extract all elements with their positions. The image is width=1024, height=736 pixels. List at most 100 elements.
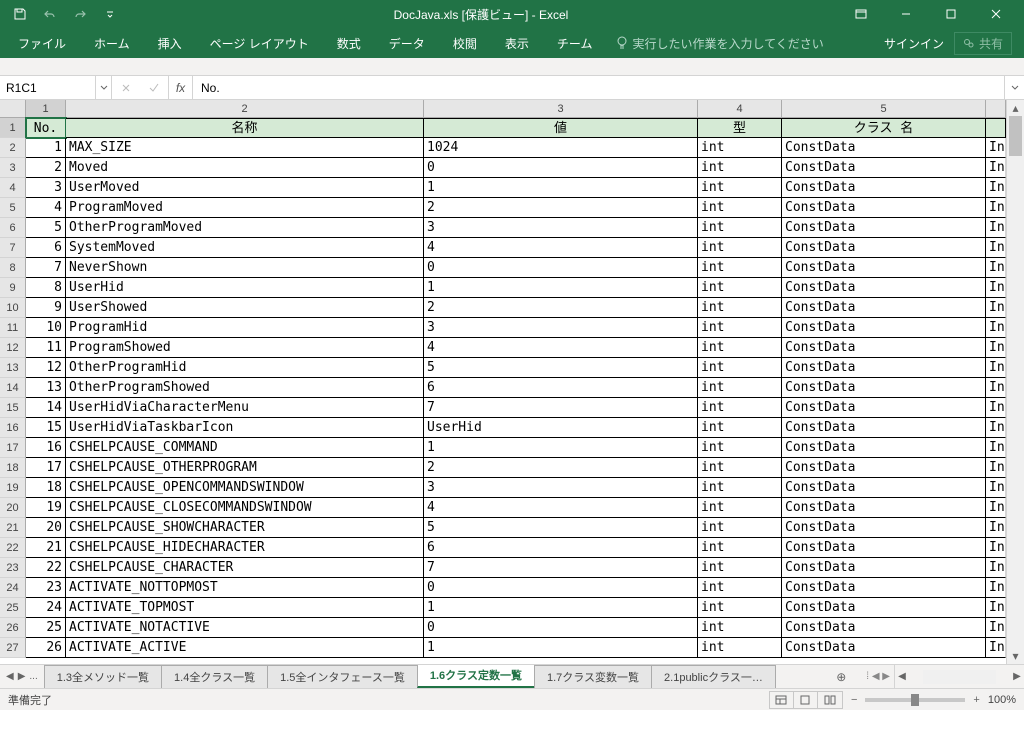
- row-header[interactable]: 19: [0, 478, 26, 498]
- cell-class[interactable]: ConstData: [782, 538, 986, 558]
- cell-type[interactable]: int: [698, 158, 782, 178]
- cell-value[interactable]: 4: [424, 338, 698, 358]
- cell-value[interactable]: 6: [424, 538, 698, 558]
- cell-no[interactable]: 15: [26, 418, 66, 438]
- nav-prev-icon[interactable]: ◀: [6, 671, 14, 682]
- cell-name[interactable]: ACTIVATE_NOTTOPMOST: [66, 578, 424, 598]
- cell-no[interactable]: 22: [26, 558, 66, 578]
- zoom-slider[interactable]: [865, 698, 965, 702]
- cell-type[interactable]: int: [698, 178, 782, 198]
- cell-no[interactable]: 6: [26, 238, 66, 258]
- cell-no[interactable]: 19: [26, 498, 66, 518]
- cell-value[interactable]: 3: [424, 478, 698, 498]
- cell-type[interactable]: int: [698, 598, 782, 618]
- cell-name[interactable]: UserShowed: [66, 298, 424, 318]
- formula-bar-expand[interactable]: [1004, 76, 1024, 99]
- col-header-1[interactable]: 1: [26, 100, 66, 117]
- cell-no[interactable]: 5: [26, 218, 66, 238]
- cell-extra[interactable]: In: [986, 618, 1006, 638]
- col-header-2[interactable]: 2: [66, 100, 424, 117]
- zoom-level[interactable]: 100%: [988, 694, 1016, 706]
- cell-no[interactable]: 8: [26, 278, 66, 298]
- cell-header-name[interactable]: 名称: [66, 118, 424, 138]
- enter-formula-button[interactable]: [140, 83, 168, 93]
- cell-extra[interactable]: In: [986, 238, 1006, 258]
- cell-name[interactable]: ACTIVATE_TOPMOST: [66, 598, 424, 618]
- cell-extra[interactable]: In: [986, 338, 1006, 358]
- cell-type[interactable]: int: [698, 358, 782, 378]
- cell-type[interactable]: int: [698, 398, 782, 418]
- cell-name[interactable]: CSHELPCAUSE_CHARACTER: [66, 558, 424, 578]
- cell-name[interactable]: CSHELPCAUSE_SHOWCHARACTER: [66, 518, 424, 538]
- cell-value[interactable]: 3: [424, 218, 698, 238]
- row-header[interactable]: 26: [0, 618, 26, 638]
- tab-data[interactable]: データ: [375, 28, 439, 58]
- sheet-tab[interactable]: 1.7クラス変数一覧: [534, 665, 652, 688]
- cell-extra[interactable]: In: [986, 418, 1006, 438]
- row-header[interactable]: 10: [0, 298, 26, 318]
- row-header[interactable]: 14: [0, 378, 26, 398]
- cell-extra[interactable]: In: [986, 538, 1006, 558]
- row-header[interactable]: 8: [0, 258, 26, 278]
- cell-value[interactable]: 4: [424, 498, 698, 518]
- cell-name[interactable]: UserHid: [66, 278, 424, 298]
- cell-name[interactable]: CSHELPCAUSE_COMMAND: [66, 438, 424, 458]
- cell-class[interactable]: ConstData: [782, 318, 986, 338]
- scroll-down-arrow[interactable]: ▾: [1007, 648, 1024, 664]
- ribbon-display-button[interactable]: [838, 0, 883, 28]
- name-box[interactable]: [0, 76, 96, 99]
- cell-extra[interactable]: In: [986, 258, 1006, 278]
- nav-next-icon[interactable]: ▶: [18, 671, 26, 682]
- cell-class[interactable]: ConstData: [782, 618, 986, 638]
- cell-no[interactable]: 1: [26, 138, 66, 158]
- cell-extra[interactable]: In: [986, 638, 1006, 658]
- cell-class[interactable]: ConstData: [782, 178, 986, 198]
- name-box-dropdown[interactable]: [96, 76, 112, 99]
- cell-value[interactable]: 1: [424, 638, 698, 658]
- cell-name[interactable]: CSHELPCAUSE_CLOSECOMMANDSWINDOW: [66, 498, 424, 518]
- cell-no[interactable]: 26: [26, 638, 66, 658]
- cell-value[interactable]: 0: [424, 578, 698, 598]
- cell-name[interactable]: CSHELPCAUSE_OTHERPROGRAM: [66, 458, 424, 478]
- hscroll-left-arrow[interactable]: ◀: [895, 671, 909, 682]
- cell-extra[interactable]: In: [986, 498, 1006, 518]
- row-header[interactable]: 27: [0, 638, 26, 658]
- cell-type[interactable]: int: [698, 438, 782, 458]
- cell-extra[interactable]: In: [986, 318, 1006, 338]
- cell-header-type[interactable]: 型: [698, 118, 782, 138]
- cell-value[interactable]: 3: [424, 318, 698, 338]
- zoom-thumb[interactable]: [911, 694, 919, 706]
- cell-no[interactable]: 7: [26, 258, 66, 278]
- cell-extra[interactable]: In: [986, 138, 1006, 158]
- select-all-corner[interactable]: [0, 100, 26, 117]
- cell-no[interactable]: 9: [26, 298, 66, 318]
- cell-class[interactable]: ConstData: [782, 278, 986, 298]
- row-header[interactable]: 17: [0, 438, 26, 458]
- cell-no[interactable]: 20: [26, 518, 66, 538]
- cell-value[interactable]: 7: [424, 398, 698, 418]
- cell-type[interactable]: int: [698, 638, 782, 658]
- cell-class[interactable]: ConstData: [782, 558, 986, 578]
- tab-insert[interactable]: 挿入: [144, 28, 196, 58]
- cell-type[interactable]: int: [698, 478, 782, 498]
- cell-no[interactable]: 11: [26, 338, 66, 358]
- cell-no[interactable]: 4: [26, 198, 66, 218]
- cell-class[interactable]: ConstData: [782, 458, 986, 478]
- cell-type[interactable]: int: [698, 298, 782, 318]
- cell-class[interactable]: ConstData: [782, 598, 986, 618]
- cell-class[interactable]: ConstData: [782, 258, 986, 278]
- cell-no[interactable]: 16: [26, 438, 66, 458]
- cell-class[interactable]: ConstData: [782, 238, 986, 258]
- cell-class[interactable]: ConstData: [782, 398, 986, 418]
- sheets-overflow[interactable]: ...: [29, 671, 37, 682]
- cell-header-value[interactable]: 値: [424, 118, 698, 138]
- cell-header-class[interactable]: クラス 名: [782, 118, 986, 138]
- zoom-out-button[interactable]: −: [851, 694, 857, 706]
- cell-name[interactable]: ProgramMoved: [66, 198, 424, 218]
- sheet-tab[interactable]: 1.5全インタフェース一覧: [267, 665, 418, 688]
- cell-no[interactable]: 18: [26, 478, 66, 498]
- cell-extra[interactable]: In: [986, 278, 1006, 298]
- row-header[interactable]: 18: [0, 458, 26, 478]
- cell-type[interactable]: int: [698, 138, 782, 158]
- row-header[interactable]: 20: [0, 498, 26, 518]
